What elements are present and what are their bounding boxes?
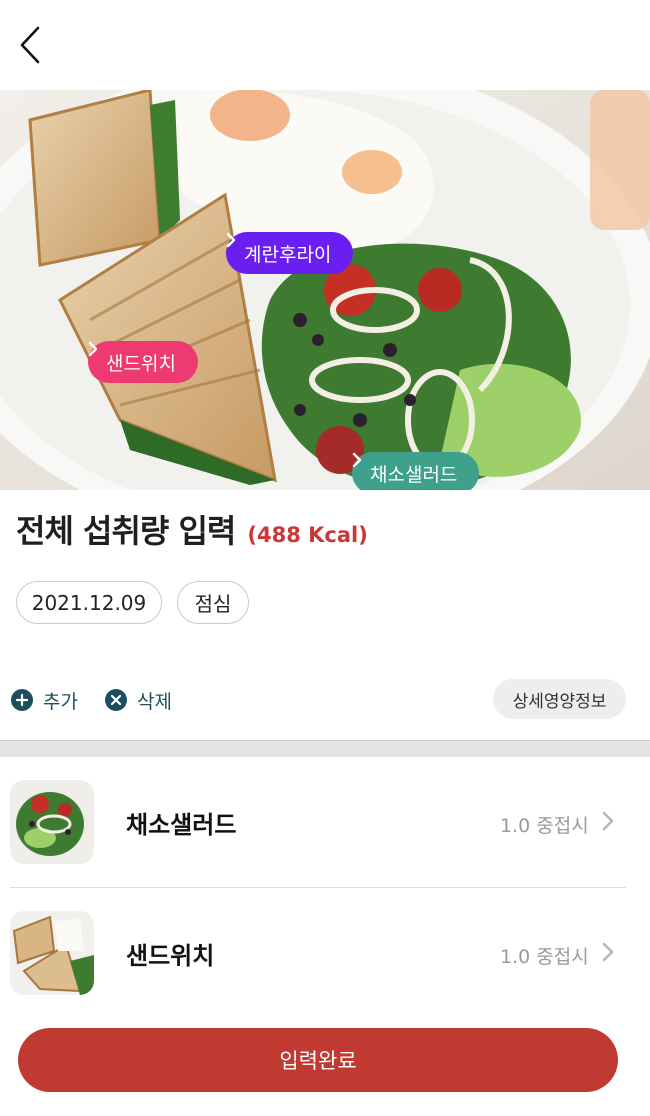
- intake-summary: 전체 섭취량 입력 (488 Kcal): [16, 506, 368, 552]
- delete-label: 삭제: [137, 690, 172, 713]
- top-bar: [0, 0, 650, 90]
- submit-button[interactable]: 입력완료: [18, 1028, 618, 1092]
- food-tag-label: 채소샐러드: [370, 463, 458, 486]
- food-amount: 1.0 중접시: [500, 815, 589, 837]
- total-kcal: (488 Kcal): [247, 523, 368, 547]
- food-list-item[interactable]: 샌드위치 1.0 중접시: [0, 888, 650, 1018]
- plus-circle-icon: [11, 689, 33, 711]
- food-tag-label: 계란후라이: [244, 243, 332, 266]
- food-photo-illustration: [0, 90, 650, 490]
- salad-thumbnail: [10, 780, 94, 864]
- chevron-left-icon: [20, 26, 40, 64]
- delete-button[interactable]: 삭제: [105, 686, 172, 714]
- back-button[interactable]: [10, 22, 50, 68]
- chevron-right-icon: [602, 942, 614, 966]
- food-tag-sandwich[interactable]: 샌드위치: [88, 341, 198, 383]
- x-circle-icon: [105, 689, 127, 711]
- food-amount: 1.0 중접시: [500, 946, 589, 968]
- food-tag-egg[interactable]: 계란후라이: [226, 232, 354, 274]
- date-chip[interactable]: 2021.12.09: [16, 581, 162, 624]
- food-name: 채소샐러드: [126, 811, 237, 839]
- add-button[interactable]: 추가: [11, 686, 78, 714]
- food-tag-label: 샌드위치: [106, 352, 176, 375]
- food-list-item[interactable]: 채소샐러드 1.0 중접시: [0, 757, 650, 887]
- page-title: 전체 섭취량 입력: [16, 512, 236, 550]
- food-tag-salad[interactable]: 채소샐러드: [352, 452, 480, 490]
- add-label: 추가: [43, 690, 78, 713]
- food-photo: 계란후라이 샌드위치 채소샐러드: [0, 90, 650, 490]
- meal-chip[interactable]: 점심: [177, 581, 249, 624]
- nutrition-detail-button[interactable]: 상세영양정보: [493, 679, 626, 719]
- chevron-right-icon: [602, 811, 614, 835]
- section-divider: [0, 740, 650, 757]
- food-name: 샌드위치: [126, 942, 215, 970]
- sandwich-thumbnail: [10, 911, 94, 995]
